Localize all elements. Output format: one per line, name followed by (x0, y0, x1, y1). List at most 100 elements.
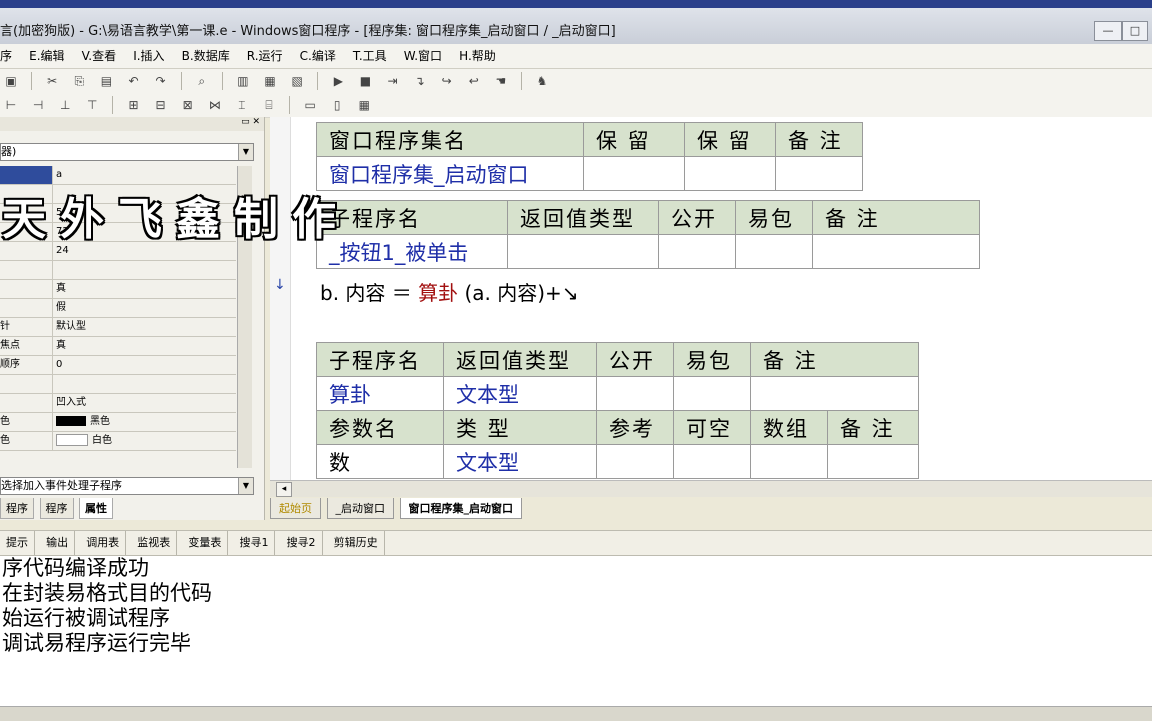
table-cell[interactable] (812, 234, 980, 269)
property-row[interactable] (0, 375, 236, 394)
property-row[interactable]: 假 (0, 299, 236, 318)
property-value[interactable]: a (56, 166, 62, 184)
table-cell[interactable] (507, 234, 659, 269)
tab-startup-window[interactable]: _启动窗口 (326, 498, 394, 519)
menu-program[interactable]: 序 (0, 44, 12, 68)
property-value[interactable]: 真 (56, 280, 66, 298)
table-cell[interactable] (735, 234, 813, 269)
save-icon[interactable]: ▣ (2, 72, 20, 90)
maximize-button[interactable]: □ (1122, 21, 1148, 41)
table-cell[interactable] (750, 444, 828, 479)
table-cell[interactable] (775, 156, 863, 191)
layout1-icon[interactable]: ▥ (234, 72, 252, 90)
tab-call-stack[interactable]: 调用表 (80, 531, 127, 555)
table-cell[interactable]: 数 (316, 444, 444, 479)
property-row[interactable]: 针默认型 (0, 318, 236, 337)
menu-help[interactable]: H.帮助 (459, 44, 496, 68)
step4-icon[interactable]: ↩ (465, 72, 483, 90)
property-value[interactable]: 假 (56, 299, 66, 317)
code-line[interactable]: b. 内容 ＝ 算卦 (a. 内容)+↘ (320, 277, 579, 306)
property-value[interactable]: 0 (56, 356, 62, 374)
panel-header-buttons[interactable]: ▭ ✕ (0, 117, 264, 131)
property-value[interactable]: 默认型 (56, 318, 86, 336)
same-size-icon[interactable]: ⊠ (179, 96, 197, 114)
property-row[interactable] (0, 261, 236, 280)
table-cell[interactable] (596, 376, 674, 411)
tab-search2[interactable]: 搜寻2 (281, 531, 323, 555)
tab-support-library[interactable]: 程序 (0, 498, 34, 519)
chevron-down-icon[interactable]: ▼ (238, 478, 253, 494)
step1-icon[interactable]: ⇥ (384, 72, 402, 90)
menu-compile[interactable]: C.编译 (300, 44, 336, 68)
event-select[interactable]: 选择加入事件处理子程序 ▼ (0, 477, 254, 495)
property-value[interactable]: 白色 (56, 432, 112, 450)
step3-icon[interactable]: ↪ (438, 72, 456, 90)
property-value[interactable]: 真 (56, 337, 66, 355)
table-row[interactable]: 数 文本型 (316, 444, 919, 479)
tab-search1[interactable]: 搜寻1 (233, 531, 276, 555)
step2-icon[interactable]: ↴ (411, 72, 429, 90)
menu-run[interactable]: R.运行 (247, 44, 283, 68)
menu-window[interactable]: W.窗口 (404, 44, 442, 68)
same-width-icon[interactable]: ⊞ (124, 96, 142, 114)
table-cell[interactable] (750, 376, 919, 411)
menu-insert[interactable]: I.插入 (133, 44, 164, 68)
tab-variables[interactable]: 变量表 (182, 531, 229, 555)
cut-icon[interactable]: ✂ (43, 72, 61, 90)
grid3-icon[interactable]: ▦ (355, 96, 373, 114)
property-value[interactable]: 黑色 (56, 413, 110, 431)
grid1-icon[interactable]: ▭ (301, 96, 319, 114)
minimize-button[interactable]: — (1094, 21, 1122, 41)
table-cell[interactable]: 窗口程序集_启动窗口 (316, 156, 584, 191)
menu-tools[interactable]: T.工具 (353, 44, 387, 68)
tab-output[interactable]: 输出 (40, 531, 76, 555)
paste-icon[interactable]: ▤ (97, 72, 115, 90)
stop-icon[interactable]: ■ (356, 72, 374, 90)
property-value[interactable]: 凹入式 (56, 394, 86, 412)
code-editor[interactable]: ↓ 窗口程序集名 保 留 保 留 备 注 窗口程序集_启动窗口 子程序名 返回值… (270, 117, 1152, 480)
align-right-icon[interactable]: ⊥ (56, 96, 74, 114)
table-row[interactable]: 算卦 文本型 (316, 376, 919, 411)
table-cell[interactable] (658, 234, 736, 269)
property-row[interactable]: 真 (0, 280, 236, 299)
table-row[interactable]: _按钮1_被单击 (316, 234, 980, 269)
component-select[interactable]: 器) ▼ (0, 143, 254, 161)
table-cell[interactable]: 文本型 (443, 444, 597, 479)
property-row[interactable]: 色 白色 (0, 432, 236, 451)
table-cell[interactable] (827, 444, 919, 479)
tab-hint[interactable]: 提示 (0, 531, 35, 555)
scroll-left-icon[interactable]: ◂ (276, 482, 292, 497)
table-cell[interactable] (596, 444, 674, 479)
table-cell[interactable] (673, 376, 751, 411)
layout3-icon[interactable]: ▧ (288, 72, 306, 90)
find-icon[interactable]: ⌕ (193, 72, 211, 90)
editor-horizontal-scrollbar[interactable]: ◂ (270, 480, 1152, 497)
bookmark-icon[interactable]: ♞ (533, 72, 551, 90)
property-row[interactable]: 焦点真 (0, 337, 236, 356)
tab-clipboard-history[interactable]: 剪辑历史 (328, 531, 385, 555)
menu-edit[interactable]: E.编辑 (29, 44, 64, 68)
align-left-icon[interactable]: ⊢ (2, 96, 20, 114)
align-center-icon[interactable]: ⊣ (29, 96, 47, 114)
align-top-icon[interactable]: ⊤ (83, 96, 101, 114)
table-cell[interactable] (684, 156, 776, 191)
property-row[interactable]: 色 黑色 (0, 413, 236, 432)
same-height-icon[interactable]: ⊟ (152, 96, 170, 114)
copy-icon[interactable]: ⎘ (70, 72, 88, 90)
menu-view[interactable]: V.查看 (82, 44, 116, 68)
tab-properties[interactable]: 属性 (79, 498, 113, 519)
hspace-icon[interactable]: ⋈ (206, 96, 224, 114)
redo-icon[interactable]: ↷ (152, 72, 170, 90)
property-row[interactable]: 凹入式 (0, 394, 236, 413)
table-cell[interactable] (583, 156, 685, 191)
layout2-icon[interactable]: ▦ (261, 72, 279, 90)
table-cell[interactable] (673, 444, 751, 479)
property-row[interactable]: 顺序 0 (0, 356, 236, 375)
vspace-icon[interactable]: ⌶ (233, 96, 251, 114)
tab-program[interactable]: 程序 (39, 498, 74, 519)
table-cell[interactable]: 文本型 (443, 376, 597, 411)
table-cell[interactable]: 算卦 (316, 376, 444, 411)
step5-icon[interactable]: ☚ (492, 72, 510, 90)
table-row[interactable]: 窗口程序集_启动窗口 (316, 156, 863, 191)
grid2-icon[interactable]: ▯ (328, 96, 346, 114)
